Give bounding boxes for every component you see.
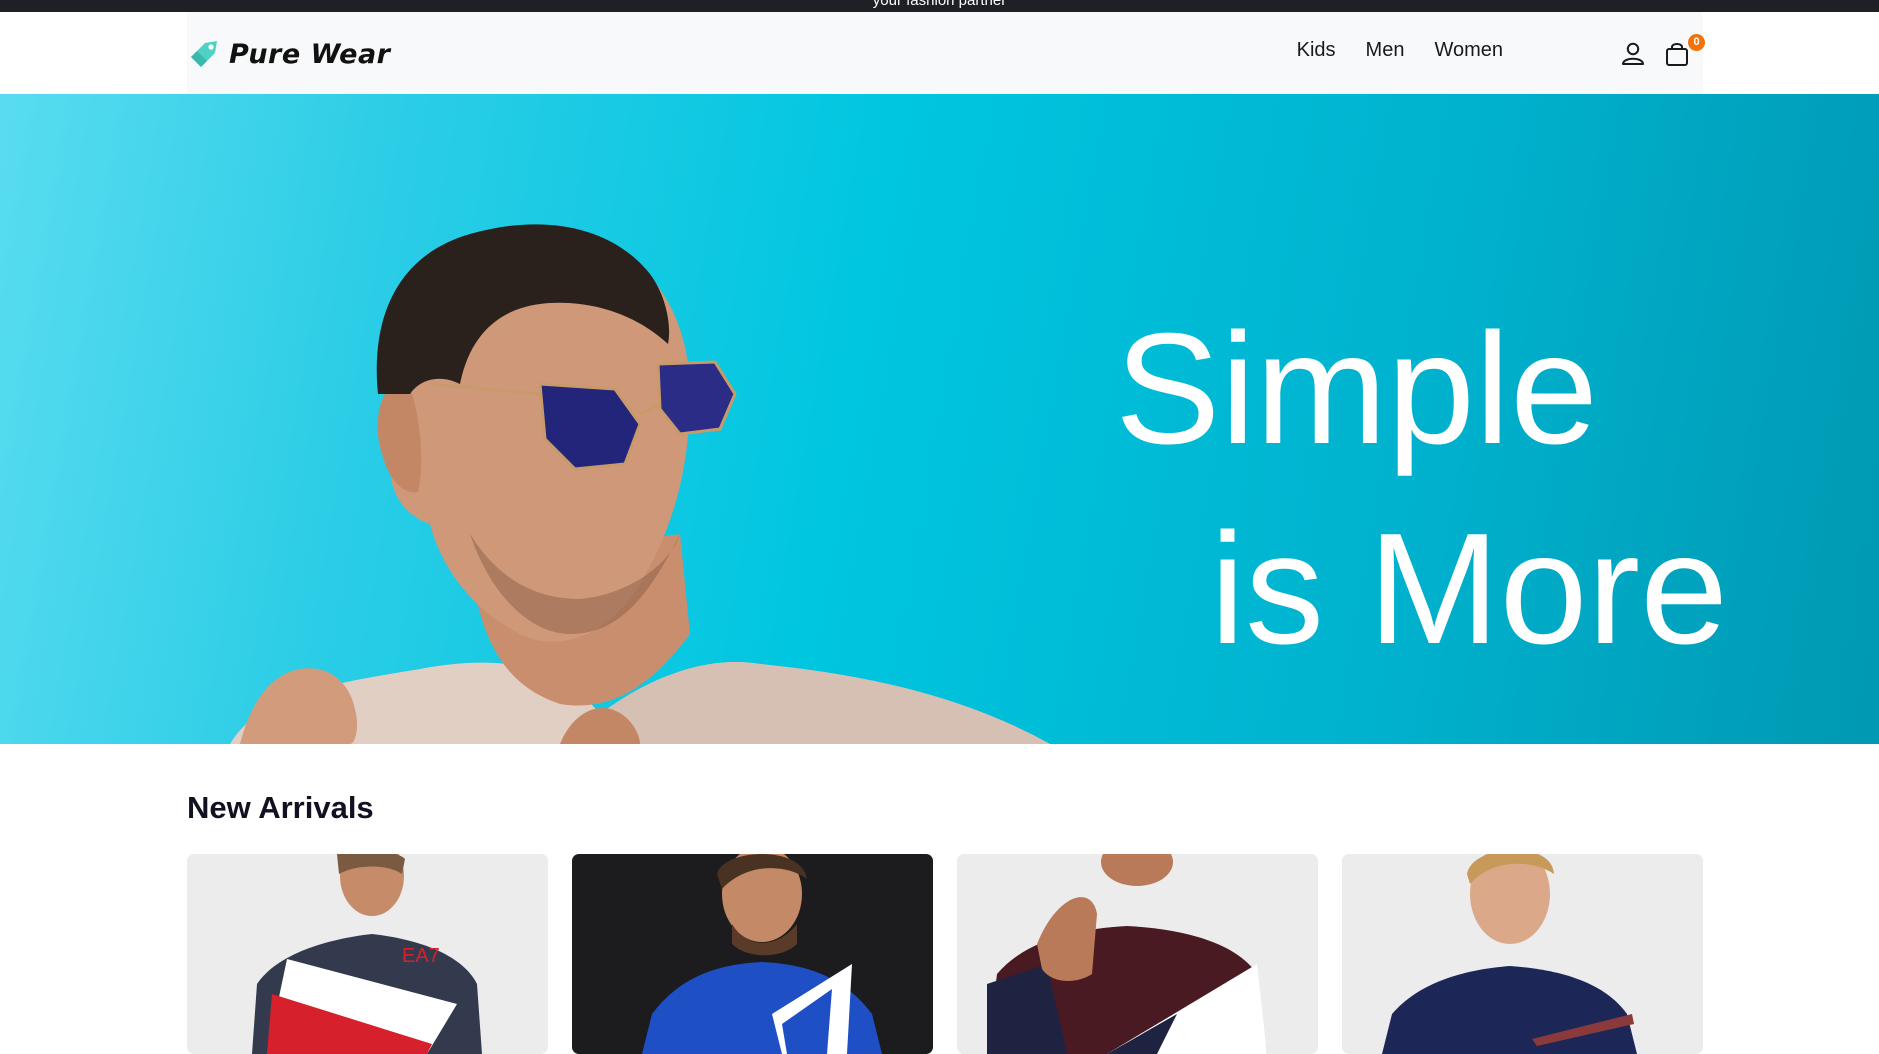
nav-link-men[interactable]: Men (1366, 39, 1405, 62)
product-card[interactable] (1342, 854, 1703, 1054)
header-container: Pure Wear Kids Men Women 0 (187, 12, 1705, 94)
product-card[interactable] (957, 854, 1318, 1054)
product-image: EA7 (187, 854, 548, 1054)
site-header: Pure Wear Kids Men Women 0 (0, 12, 1879, 94)
hero-headline-line-1: Simple (1115, 301, 1598, 477)
product-card[interactable] (572, 854, 933, 1054)
tag-icon (191, 41, 217, 67)
product-image (572, 854, 933, 1054)
hero-banner: Simple is More (0, 94, 1879, 744)
announcement-bar: your fashion partner (0, 0, 1879, 12)
svg-text:EA7: EA7 (402, 945, 440, 967)
user-icon[interactable] (1619, 40, 1647, 68)
brand-logo[interactable]: Pure Wear (187, 34, 390, 74)
product-image (957, 854, 1318, 1054)
product-card[interactable]: EA7 (187, 854, 548, 1054)
brand-name: Pure Wear (229, 38, 391, 70)
new-arrivals-heading: New Arrivals (187, 790, 374, 825)
hero-model-image (230, 224, 1050, 744)
hero-headline: Simple is More (1115, 289, 1815, 689)
nav-link-women[interactable]: Women (1434, 39, 1503, 62)
cart-count-badge: 0 (1688, 34, 1705, 51)
product-image (1342, 854, 1703, 1054)
main-nav: Kids Men Women (1267, 39, 1503, 62)
hero-headline-line-2: is More (1210, 501, 1728, 677)
nav-link-kids[interactable]: Kids (1297, 39, 1336, 62)
new-arrivals-grid: EA7 (187, 854, 1703, 1054)
shopping-bag-icon[interactable] (1663, 40, 1691, 68)
announcement-text: your fashion partner (872, 0, 1007, 9)
